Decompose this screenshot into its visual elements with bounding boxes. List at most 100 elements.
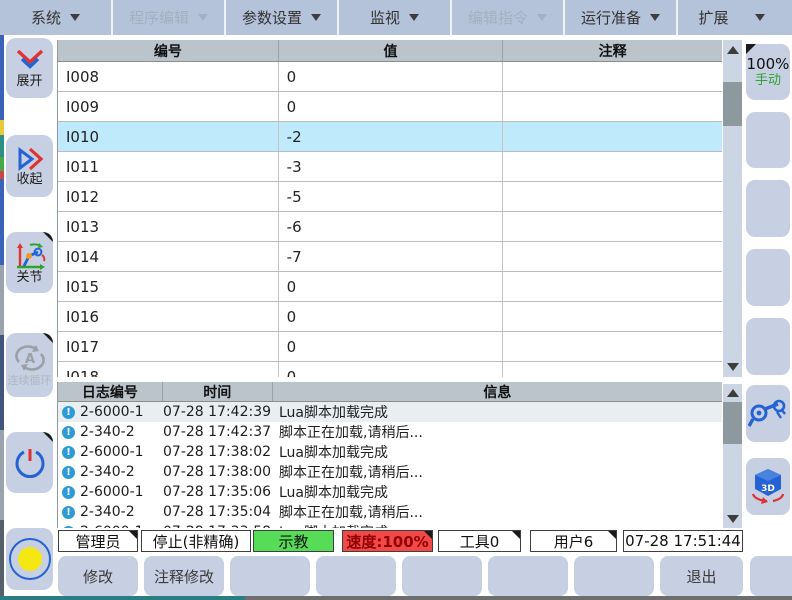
- expand-label: 展开: [16, 74, 42, 89]
- chevron-down-icon: [650, 14, 660, 21]
- right-panel-button-empty[interactable]: [746, 180, 790, 237]
- modify-label: 修改: [83, 566, 113, 587]
- menu-bar: 系统 程序编辑 参数设置 监视 编辑指令 运行准备 扩展: [0, 0, 792, 35]
- speed-override-button[interactable]: 100% 手动: [746, 44, 790, 100]
- log-code: 2-6000-1: [80, 444, 163, 460]
- log-row[interactable]: !2-340-207-28 17:42:37脚本正在加载,请稍后...: [58, 422, 722, 442]
- softkey-empty[interactable]: [402, 556, 482, 596]
- cell-id: I016: [58, 302, 279, 331]
- softkey-empty[interactable]: [230, 556, 310, 596]
- log-message: 脚本正在加载,请稍后...: [273, 462, 722, 482]
- log-row[interactable]: !2-6000-107-28 17:38:02Lua脚本加载完成: [58, 442, 722, 462]
- menu-run-prepare[interactable]: 运行准备: [565, 0, 678, 35]
- menu-label: 程序编辑: [129, 7, 189, 28]
- corner-marker-icon: [43, 432, 53, 442]
- right-panel-button-empty[interactable]: [746, 249, 790, 306]
- scroll-up-icon[interactable]: [723, 42, 742, 58]
- menu-label: 监视: [370, 7, 400, 28]
- robot-jog-button[interactable]: [746, 385, 790, 442]
- menu-extend[interactable]: 扩展: [678, 0, 785, 35]
- softkey-empty[interactable]: [316, 556, 396, 596]
- table-row[interactable]: I0160: [58, 302, 722, 332]
- cell-value: 0: [279, 272, 504, 301]
- scrollbar-thumb[interactable]: [723, 82, 742, 126]
- log-row[interactable]: !2-340-207-28 17:35:04脚本正在加载,请稍后...: [58, 502, 722, 522]
- menu-label: 编辑指令: [468, 7, 528, 28]
- expand-button[interactable]: 展开: [6, 38, 53, 98]
- menu-label: 运行准备: [581, 7, 641, 28]
- cell-value: -2: [279, 122, 504, 151]
- menu-system[interactable]: 系统: [0, 0, 113, 35]
- table-row[interactable]: I011-3: [58, 152, 722, 182]
- cell-comment: [503, 362, 722, 377]
- status-mode-label: 示教: [278, 531, 308, 552]
- table-row[interactable]: I013-6: [58, 212, 722, 242]
- table-row-selected[interactable]: I010-2: [58, 122, 722, 152]
- table-row[interactable]: I0090: [58, 92, 722, 122]
- chevron-down-icon: [70, 14, 80, 21]
- cell-comment: [503, 272, 722, 301]
- scroll-up-icon[interactable]: [723, 385, 742, 401]
- chevron-down-icon: [537, 14, 547, 21]
- table-scrollbar[interactable]: [723, 40, 742, 377]
- log-scrollbar[interactable]: [723, 384, 742, 528]
- status-user-frame[interactable]: 用户6: [530, 530, 617, 552]
- softkey-empty[interactable]: [574, 556, 654, 596]
- softkey-partial[interactable]: [750, 556, 792, 596]
- log-time: 07-28 17:38:00: [163, 464, 273, 480]
- cell-comment: [503, 152, 722, 181]
- log-row[interactable]: !2-6000-107-28 17:33:58Lua脚本加载完成: [58, 522, 722, 528]
- exit-button[interactable]: 退出: [660, 556, 743, 596]
- status-datetime: 07-28 17:51:44: [623, 530, 743, 552]
- table-row[interactable]: I014-7: [58, 242, 722, 272]
- joint-mode-button[interactable]: 关节: [6, 232, 53, 293]
- status-tool[interactable]: 工具0: [438, 530, 521, 552]
- view-3d-button[interactable]: 3D: [746, 458, 790, 515]
- cell-comment: [503, 332, 722, 361]
- cell-comment: [503, 302, 722, 331]
- menu-label: 参数设置: [242, 7, 302, 28]
- col-header-value: 值: [279, 40, 504, 61]
- cell-value: -5: [279, 182, 504, 211]
- modify-button[interactable]: 修改: [58, 556, 138, 596]
- comment-modify-label: 注释修改: [154, 566, 214, 587]
- cube-3d-icon: 3D: [747, 467, 789, 507]
- status-user[interactable]: 管理员: [58, 530, 138, 552]
- collapse-button[interactable]: 收起: [6, 135, 53, 197]
- expand-icon: [14, 48, 46, 74]
- scroll-down-icon[interactable]: [723, 359, 742, 375]
- log-row[interactable]: !2-6000-107-28 17:42:39Lua脚本加载完成: [58, 402, 722, 422]
- log-row[interactable]: !2-6000-107-28 17:35:06Lua脚本加载完成: [58, 482, 722, 502]
- comment-modify-button[interactable]: 注释修改: [144, 556, 224, 596]
- right-panel-button-empty[interactable]: [746, 112, 790, 168]
- io-value-table: 编号 值 注释 I0080 I0090 I010-2 I011-3 I012-5…: [57, 40, 722, 377]
- table-row[interactable]: I0080: [58, 62, 722, 92]
- table-row[interactable]: I0150: [58, 272, 722, 302]
- table-row[interactable]: I0170: [58, 332, 722, 362]
- table-row[interactable]: I012-5: [58, 182, 722, 212]
- cell-value: -7: [279, 242, 504, 271]
- cell-value: 0: [279, 362, 504, 377]
- power-button[interactable]: [6, 432, 53, 493]
- softkey-empty[interactable]: [488, 556, 568, 596]
- record-button[interactable]: [6, 528, 53, 590]
- menu-label: 扩展: [698, 7, 728, 28]
- menu-parameter-settings[interactable]: 参数设置: [226, 0, 339, 35]
- scroll-down-icon[interactable]: [723, 511, 742, 527]
- log-time: 07-28 17:35:06: [163, 484, 273, 500]
- status-teach-mode: 示教: [253, 530, 334, 552]
- continuous-cycle-button: A 连续循环: [6, 333, 53, 397]
- table-row[interactable]: I0180: [58, 362, 722, 377]
- cycle-label: 连续循环: [8, 373, 52, 388]
- log-code: 2-340-2: [80, 504, 163, 520]
- log-row[interactable]: !2-340-207-28 17:38:00脚本正在加载,请稍后...: [58, 462, 722, 482]
- info-icon: !: [62, 486, 75, 499]
- right-panel-button-empty[interactable]: [746, 318, 790, 375]
- menu-monitor[interactable]: 监视: [339, 0, 452, 35]
- mode-value: 手动: [755, 73, 781, 89]
- chevron-down-icon: [409, 14, 419, 21]
- log-time: 07-28 17:42:39: [163, 404, 273, 420]
- status-speed[interactable]: 速度:100%: [342, 530, 433, 552]
- scrollbar-thumb[interactable]: [723, 402, 742, 444]
- status-run-state-label: 停止(非精确): [153, 531, 240, 552]
